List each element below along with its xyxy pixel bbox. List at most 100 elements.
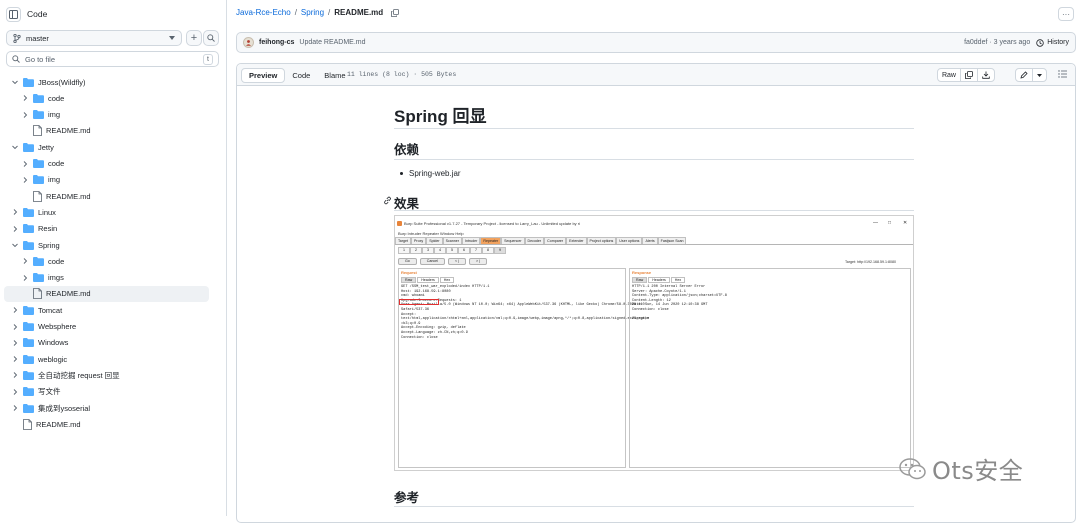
- response-pane: Response Raw Headers Hex HTTP/1.1 200 Inte…: [629, 268, 911, 468]
- burp-subtab: 8: [482, 247, 494, 254]
- edit-file-button[interactable]: [1016, 69, 1033, 81]
- tree-folder[interactable]: Windows: [4, 335, 209, 351]
- tab-preview[interactable]: Preview: [241, 67, 286, 83]
- breadcrumb-folder-link[interactable]: Spring: [301, 8, 324, 17]
- tree-folder[interactable]: code: [4, 253, 209, 269]
- tree-item-label: README.md: [36, 419, 81, 429]
- section-heading-dependencies: 依赖: [394, 143, 420, 157]
- search-icon: [12, 55, 20, 63]
- tree-file[interactable]: README.md: [4, 188, 209, 204]
- request-line: cmd: whoami: [401, 294, 425, 299]
- copy-path-button[interactable]: [391, 8, 400, 17]
- file-tree-sidebar: Code master + Go to file t JBoss(Wildfly…: [0, 0, 227, 516]
- branch-selector[interactable]: master: [6, 30, 182, 46]
- tree-item-label: code: [48, 93, 65, 103]
- tree-folder[interactable]: 写文件: [4, 384, 209, 400]
- tree-folder[interactable]: Linux: [4, 204, 209, 220]
- chevron-right-icon[interactable]: [11, 225, 19, 233]
- latest-commit-bar: feihong-cs Update README.md fa0ddef · 3 …: [236, 32, 1076, 53]
- tree-folder[interactable]: code: [4, 90, 209, 106]
- breadcrumb-separator: /: [294, 8, 297, 17]
- tree-folder[interactable]: weblogic: [4, 351, 209, 367]
- edit-dropdown-button[interactable]: [1033, 69, 1046, 81]
- raw-button[interactable]: Raw: [938, 69, 961, 81]
- folder-icon: [23, 305, 34, 315]
- download-button[interactable]: [978, 69, 994, 81]
- commit-author[interactable]: feihong-cs: [259, 39, 294, 46]
- burp-subtab: 9: [494, 247, 506, 254]
- chevron-right-icon[interactable]: [11, 388, 19, 396]
- tree-file[interactable]: README.md: [4, 123, 209, 139]
- response-view-tab: Headers: [648, 277, 670, 283]
- tree-file[interactable]: README.md: [4, 285, 209, 302]
- tree-folder[interactable]: Resin: [4, 221, 209, 237]
- chevron-down-icon[interactable]: [11, 143, 19, 151]
- more-options-button[interactable]: ···: [1058, 7, 1074, 21]
- copy-icon: [391, 8, 400, 17]
- tree-folder[interactable]: 集成到ysoserial: [4, 400, 209, 416]
- burp-tab: Spider: [426, 237, 443, 244]
- chevron-right-icon[interactable]: [21, 94, 29, 102]
- folder-open-icon: [23, 240, 34, 250]
- burp-action-buttons: Go Cancel < | > |: [398, 258, 488, 265]
- tree-folder[interactable]: Spring: [4, 237, 209, 253]
- chevron-down-icon[interactable]: [11, 78, 19, 86]
- burp-button: > |: [469, 258, 488, 265]
- folder-icon: [23, 370, 34, 380]
- search-button[interactable]: [203, 30, 219, 46]
- commit-sha-age[interactable]: fa0ddef · 3 years ago: [964, 39, 1030, 46]
- avatar[interactable]: [243, 37, 254, 48]
- folder-icon: [33, 256, 44, 266]
- chevron-right-icon[interactable]: [21, 160, 29, 168]
- h2-divider: [394, 159, 914, 160]
- copy-raw-button[interactable]: [961, 69, 978, 81]
- tree-folder[interactable]: img: [4, 107, 209, 123]
- collapse-sidebar-button[interactable]: [6, 6, 21, 22]
- chevron-right-icon[interactable]: [21, 111, 29, 119]
- folder-open-icon: [23, 142, 34, 152]
- chevron-right-icon[interactable]: [21, 274, 29, 282]
- highlight-box: [399, 299, 439, 305]
- folder-open-icon: [23, 77, 34, 87]
- chevron-right-icon[interactable]: [21, 257, 29, 265]
- chevron-down-icon[interactable]: [11, 241, 19, 249]
- history-button[interactable]: History: [1036, 38, 1069, 47]
- tree-item-label: code: [48, 256, 65, 266]
- add-file-button[interactable]: +: [186, 30, 202, 46]
- tree-item-label: Resin: [38, 224, 58, 234]
- chevron-right-icon[interactable]: [11, 404, 19, 412]
- tree-folder[interactable]: img: [4, 172, 209, 188]
- chevron-right-icon[interactable]: [11, 371, 19, 379]
- chevron-right-icon[interactable]: [11, 306, 19, 314]
- chevron-right-icon[interactable]: [11, 339, 19, 347]
- markdown-h2-deps: 依赖: [394, 139, 914, 158]
- tree-folder[interactable]: 全自动挖掘 request 回显: [4, 367, 209, 383]
- search-icon: [207, 34, 215, 42]
- section-heading-references: 参考: [394, 491, 420, 505]
- file-toolbar: Preview Code Blame 11 lines (8 loc) · 50…: [237, 64, 1075, 86]
- commit-message[interactable]: Update README.md: [299, 39, 365, 46]
- tree-file[interactable]: README.md: [4, 416, 209, 432]
- kebab-icon: ···: [1062, 9, 1070, 19]
- chevron-right-icon[interactable]: [21, 176, 29, 184]
- tab-code[interactable]: Code: [285, 69, 317, 82]
- chevron-right-icon[interactable]: [11, 323, 19, 331]
- markdown-h1: Spring 回显: [394, 102, 914, 127]
- go-to-file-input[interactable]: Go to file t: [6, 51, 219, 67]
- history-icon: [1036, 38, 1044, 47]
- burp-button: Cancel: [419, 258, 445, 265]
- request-line: Connection: close: [401, 335, 438, 340]
- tree-folder[interactable]: Tomcat: [4, 302, 209, 318]
- breadcrumb-repo-link[interactable]: Java-Rce-Echo: [236, 8, 291, 17]
- tree-folder[interactable]: imgs: [4, 270, 209, 286]
- tree-folder[interactable]: JBoss(Wildfly): [4, 74, 209, 90]
- tree-folder[interactable]: Websphere: [4, 319, 209, 335]
- chevron-right-icon[interactable]: [11, 208, 19, 216]
- chevron-right-icon[interactable]: [11, 355, 19, 363]
- outline-button[interactable]: [1058, 70, 1067, 78]
- tree-folder[interactable]: code: [4, 156, 209, 172]
- burp-tab: Scanner: [442, 237, 462, 244]
- sidebar-icon: [9, 9, 18, 19]
- anchor-link[interactable]: [383, 196, 392, 205]
- tree-folder[interactable]: Jetty: [4, 139, 209, 155]
